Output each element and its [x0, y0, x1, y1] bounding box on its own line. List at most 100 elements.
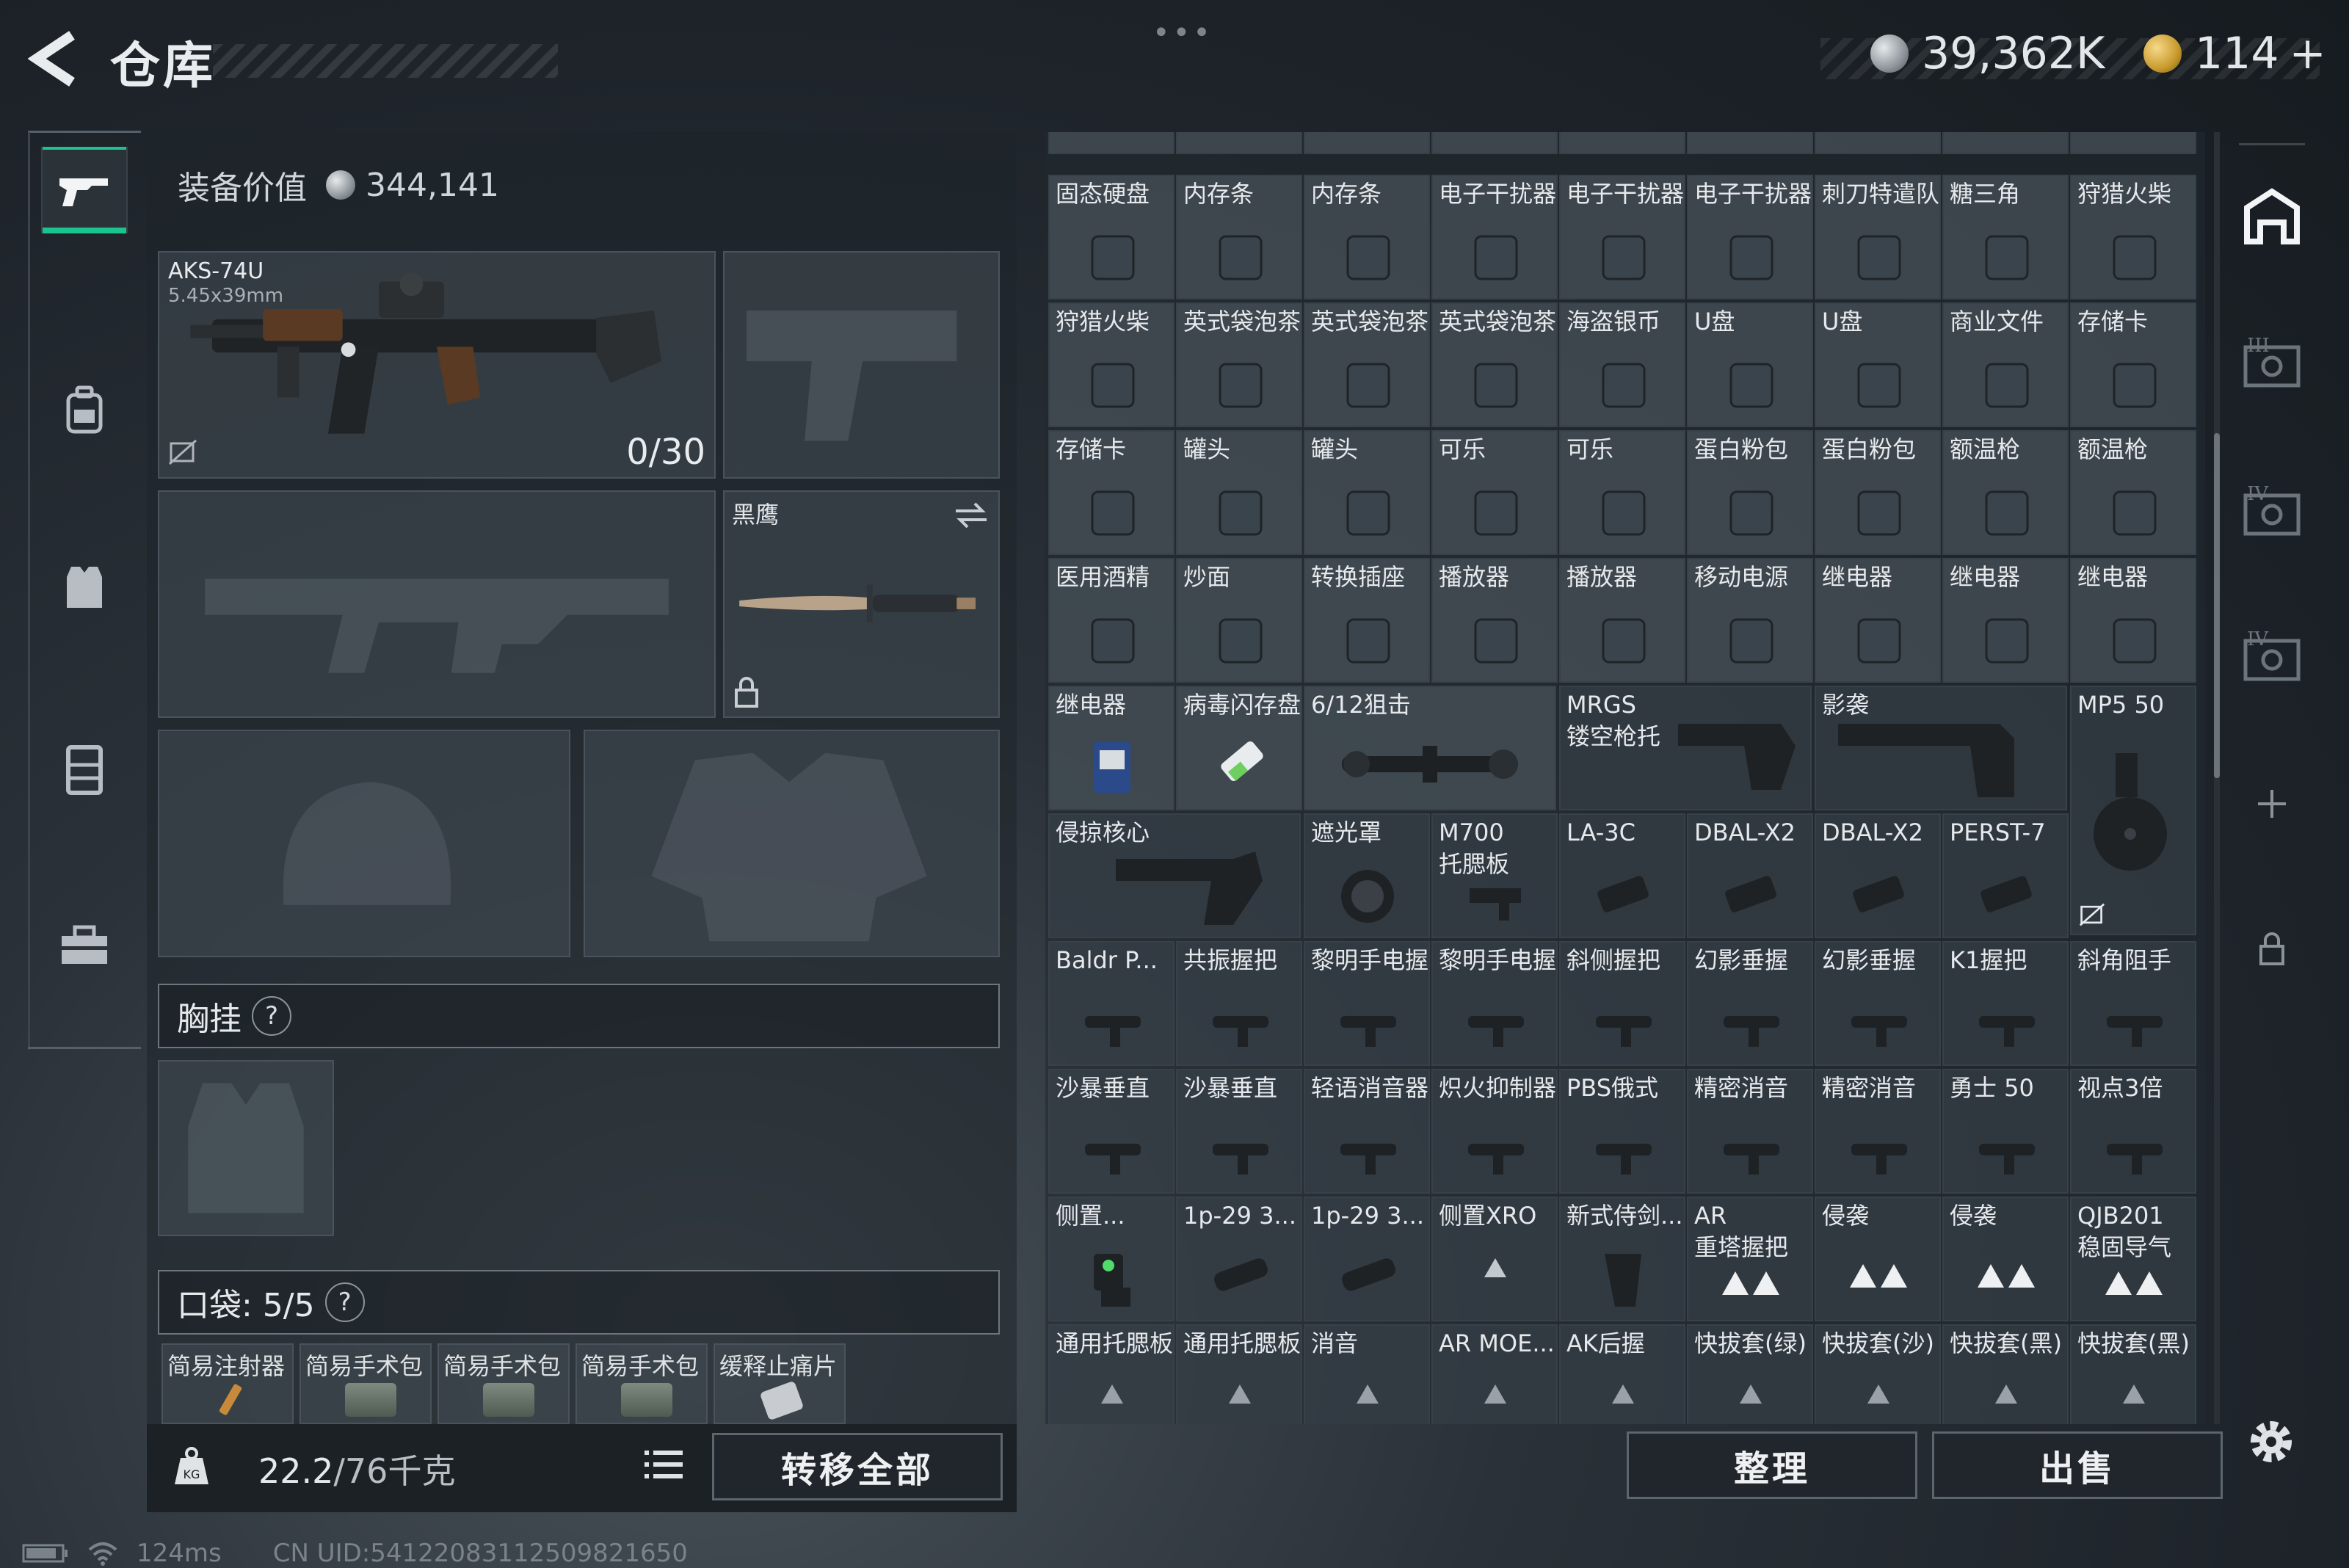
inventory-item[interactable]: 快拔套(沙) [1815, 1324, 1941, 1424]
item-usb-drive[interactable]: 病毒闪存盘 [1176, 686, 1302, 810]
back-arrow-icon[interactable] [28, 29, 79, 88]
item-raid[interactable]: 侵袭 [1942, 1197, 2069, 1321]
help-icon[interactable]: ? [252, 996, 291, 1036]
inventory-item[interactable]: 炽火抑制器 [1431, 1069, 1558, 1194]
inventory-item[interactable]: Baldr P... [1048, 941, 1174, 1066]
inventory-item[interactable]: U盘 [1815, 302, 1941, 427]
inventory-item[interactable]: 电子干扰器 [1431, 175, 1558, 300]
gold-currency[interactable]: 114 + [2143, 28, 2326, 79]
pocket-item[interactable]: 简易手术包 [438, 1343, 570, 1424]
storage-tab-4b[interactable]: IV [2239, 621, 2305, 687]
list-icon[interactable] [643, 1446, 684, 1483]
item-relay[interactable]: 继电器 [1048, 686, 1174, 810]
item-invade-stock[interactable]: 侵掠核心 [1048, 813, 1301, 938]
grid-cell[interactable] [2070, 132, 2196, 154]
chest-rig-slot[interactable] [158, 1060, 334, 1236]
inventory-item[interactable]: 刺刀特遣队 [1815, 175, 1941, 300]
inventory-item[interactable]: 额温枪 [2070, 430, 2196, 555]
inventory-item[interactable]: 斜角阻手 [2070, 941, 2196, 1066]
melee-slot[interactable]: 黑鹰 [723, 490, 1000, 718]
inventory-item[interactable]: 罐头 [1176, 430, 1302, 555]
inventory-item[interactable]: 继电器 [1815, 558, 1941, 683]
item-dbal-x2[interactable]: DBAL-X2 [1815, 813, 1941, 938]
item-la3c[interactable]: LA-3C [1559, 813, 1685, 938]
inventory-item[interactable]: 通用托腮板 [1176, 1324, 1302, 1424]
grid-cell[interactable] [1942, 132, 2069, 154]
inventory-item[interactable]: 黎明手电握 [1304, 941, 1430, 1066]
inventory-item[interactable]: 电子干扰器 [1687, 175, 1813, 300]
inventory-item[interactable]: 固态硬盘 [1048, 175, 1174, 300]
inventory-item[interactable]: 商业文件 [1942, 302, 2069, 427]
inventory-item[interactable]: 快拔套(黑) [1942, 1324, 2069, 1424]
inventory-item[interactable]: 沙暴垂直 [1048, 1069, 1174, 1194]
gear-icon[interactable] [2243, 1414, 2299, 1470]
inventory-item[interactable]: 视点3倍 [2070, 1069, 2196, 1194]
inventory-item[interactable]: 快拔套(绿) [1687, 1324, 1813, 1424]
inventory-item[interactable]: 可乐 [1431, 430, 1558, 555]
inventory-item[interactable]: U盘 [1687, 302, 1813, 427]
item-lens-hood[interactable]: 遮光罩 [1304, 813, 1430, 938]
inventory-item[interactable]: 播放器 [1559, 558, 1685, 683]
pocket-item[interactable]: 简易手术包 [299, 1343, 432, 1424]
item-dbal-x2[interactable]: DBAL-X2 [1687, 813, 1813, 938]
inventory-item[interactable]: 斜侧握把 [1559, 941, 1685, 1066]
inventory-item[interactable]: 内存条 [1176, 175, 1302, 300]
grid-cell[interactable] [1687, 132, 1813, 154]
grid-cell[interactable] [1304, 132, 1430, 154]
item-mp5-magazine[interactable]: MP5 50 [2070, 686, 2196, 935]
grid-cell[interactable] [1559, 132, 1685, 154]
inventory-item[interactable]: PBS俄式 [1559, 1069, 1685, 1194]
help-icon[interactable]: ? [324, 1282, 365, 1322]
inventory-item[interactable]: 可乐 [1559, 430, 1685, 555]
inventory-item[interactable]: 共振握把 [1176, 941, 1302, 1066]
item-m700-cheekrest[interactable]: M700 托腮板 [1431, 813, 1558, 938]
inventory-item[interactable]: 内存条 [1304, 175, 1430, 300]
item-side-xro[interactable]: 侧置XRO [1431, 1197, 1558, 1321]
inventory-item[interactable]: 额温枪 [1942, 430, 2069, 555]
inventory-item[interactable]: 蛋白粉包 [1687, 430, 1813, 555]
inventory-item[interactable]: K1握把 [1942, 941, 2069, 1066]
storage-tab-3[interactable]: III [2239, 327, 2305, 393]
grid-cell[interactable] [1048, 132, 1174, 154]
inventory-item[interactable]: 英式袋泡茶 [1431, 302, 1558, 427]
item-raid[interactable]: 侵袭 [1815, 1197, 1941, 1321]
inventory-item[interactable]: 幻影垂握 [1687, 941, 1813, 1066]
inventory-item[interactable]: AK后握 [1559, 1324, 1685, 1424]
inventory-item[interactable]: 幻影垂握 [1815, 941, 1941, 1066]
inventory-item[interactable]: 消音 [1304, 1324, 1430, 1424]
body-armor-slot[interactable] [584, 730, 1000, 957]
inventory-item[interactable]: 电子干扰器 [1559, 175, 1685, 300]
grid-scrollbar[interactable] [2214, 433, 2220, 778]
inventory-item[interactable]: 沙暴垂直 [1176, 1069, 1302, 1194]
inventory-item[interactable]: 英式袋泡茶 [1176, 302, 1302, 427]
item-qjb201[interactable]: QJB201 稳固导气 [2070, 1197, 2196, 1321]
inventory-item[interactable]: 狩猎火柴 [1048, 302, 1174, 427]
inventory-item[interactable]: 精密消音 [1687, 1069, 1813, 1194]
inventory-item[interactable]: 继电器 [2070, 558, 2196, 683]
inventory-item[interactable]: 播放器 [1431, 558, 1558, 683]
pocket-item[interactable]: 简易手术包 [576, 1343, 708, 1424]
inventory-item[interactable]: 存储卡 [1048, 430, 1174, 555]
transfer-all-button[interactable]: 转移全部 [712, 1433, 1003, 1500]
locked-storage[interactable] [2239, 916, 2305, 982]
inventory-item[interactable]: 勇士 50 [1942, 1069, 2069, 1194]
inventory-item[interactable]: 海盗银币 [1559, 302, 1685, 427]
tab-armor[interactable] [41, 727, 128, 813]
add-storage-button[interactable] [2239, 771, 2305, 837]
inventory-item[interactable]: 蛋白粉包 [1815, 430, 1941, 555]
inventory-item[interactable]: 精密消音 [1815, 1069, 1941, 1194]
inventory-item[interactable]: 罐头 [1304, 430, 1430, 555]
main-storage-tab[interactable] [2239, 184, 2305, 250]
item-perst-7[interactable]: PERST-7 [1942, 813, 2069, 938]
secondary-weapon-slot[interactable] [158, 490, 716, 718]
grid-cell[interactable] [1815, 132, 1941, 154]
inventory-item[interactable]: 黎明手电握 [1431, 941, 1558, 1066]
inventory-item[interactable]: 移动电源 [1687, 558, 1813, 683]
sell-button[interactable]: 出售 [1932, 1431, 2223, 1499]
inventory-item[interactable]: 继电器 [1942, 558, 2069, 683]
tab-backpack[interactable] [41, 367, 128, 454]
storage-tab-4[interactable]: IV [2239, 476, 2305, 542]
grid-cell[interactable] [1431, 132, 1558, 154]
item-new-grip[interactable]: 新式侍剑... [1559, 1197, 1685, 1321]
inventory-item[interactable]: 转换插座 [1304, 558, 1430, 683]
